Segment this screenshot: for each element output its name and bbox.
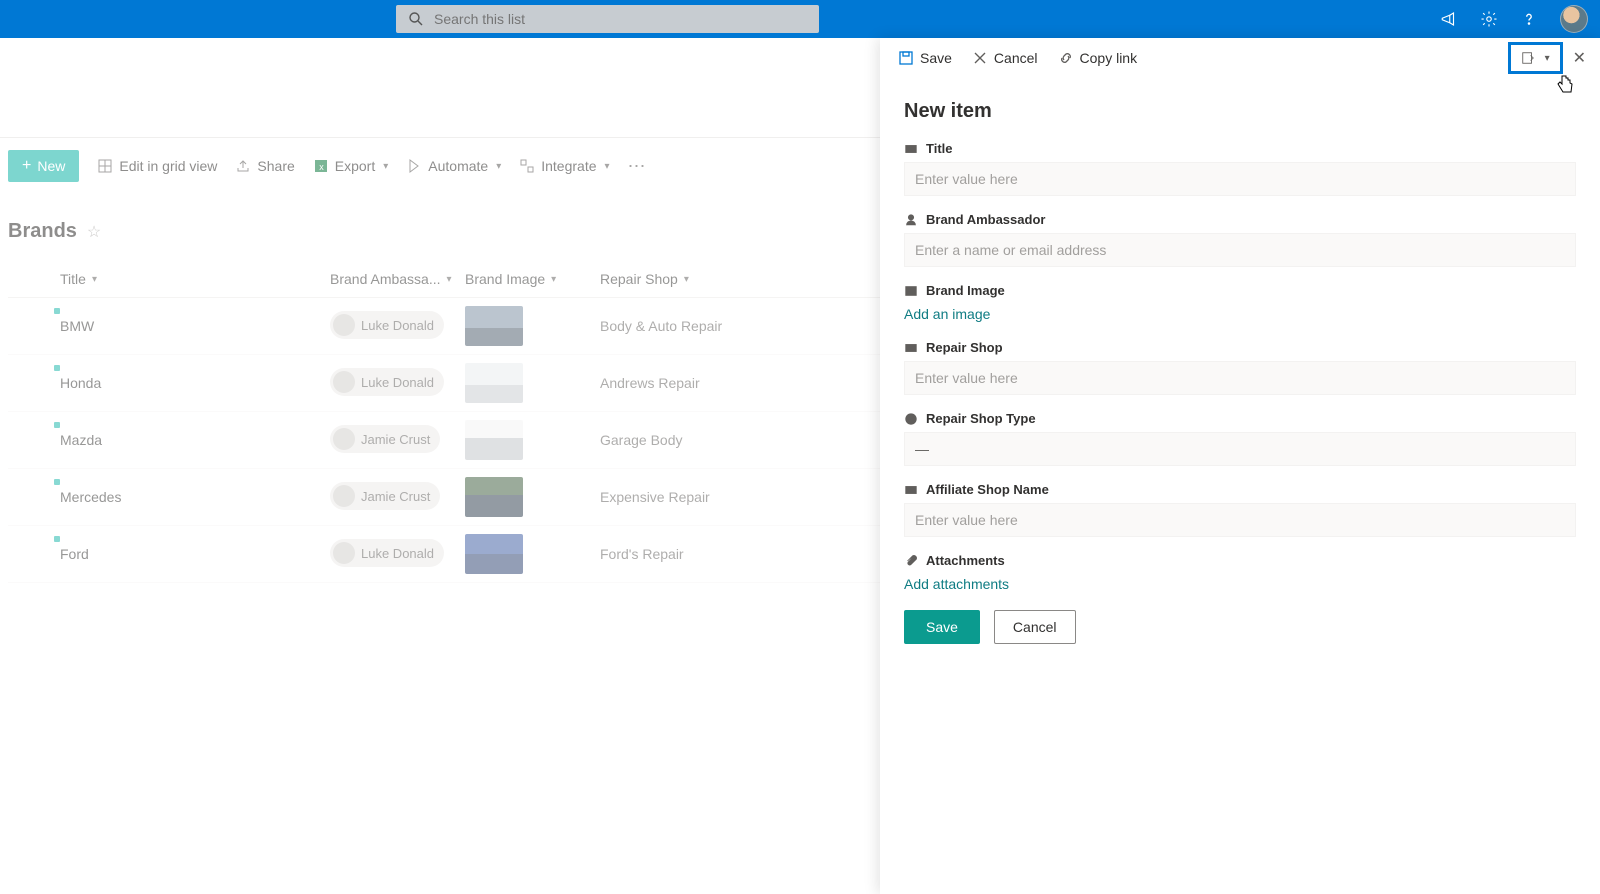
export-button[interactable]: xExport▾ <box>313 158 389 174</box>
share-button[interactable]: Share <box>235 158 294 174</box>
app-topbar <box>0 0 1600 38</box>
col-title[interactable]: Title▾ <box>60 271 330 287</box>
affiliate-input[interactable] <box>904 503 1576 537</box>
save-button[interactable]: Save <box>904 610 980 644</box>
avatar[interactable] <box>1560 5 1588 33</box>
col-repair[interactable]: Repair Shop▾ <box>600 271 750 287</box>
person-chip[interactable]: Luke Donald <box>330 368 444 396</box>
person-chip[interactable]: Luke Donald <box>330 311 444 339</box>
chevron-down-icon: ▾ <box>605 161 610 172</box>
car-thumbnail <box>465 534 523 574</box>
chevron-down-icon: ▾ <box>1545 53 1550 64</box>
cell-ambassador: Luke Donald <box>330 311 465 341</box>
cell-repair: Andrews Repair <box>600 375 750 391</box>
cell-title: Mazda <box>60 432 330 448</box>
new-button[interactable]: +New <box>8 150 79 182</box>
cell-image <box>465 420 600 460</box>
add-image-link[interactable]: Add an image <box>904 304 990 322</box>
text-icon <box>904 142 918 156</box>
repairshop-input[interactable] <box>904 361 1576 395</box>
ambassador-input[interactable] <box>904 233 1576 267</box>
cell-ambassador: Jamie Crust <box>330 425 465 455</box>
choice-icon <box>904 412 918 426</box>
cell-ambassador: Jamie Crust <box>330 482 465 512</box>
car-thumbnail <box>465 306 523 346</box>
cell-ambassador: Luke Donald <box>330 368 465 398</box>
list-title: Brands <box>8 220 77 243</box>
person-avatar-icon <box>333 371 355 393</box>
help-icon[interactable] <box>1520 10 1538 28</box>
field-label: Brand Image <box>926 283 1005 298</box>
person-icon <box>904 213 918 227</box>
repairtype-select[interactable]: — <box>904 432 1576 466</box>
image-icon <box>904 284 918 298</box>
gear-icon[interactable] <box>1480 10 1498 28</box>
person-avatar-icon <box>333 314 355 336</box>
panel-copylink-button[interactable]: Copy link <box>1058 50 1138 66</box>
cancel-button[interactable]: Cancel <box>994 610 1076 644</box>
panel-title: New item <box>904 100 1576 123</box>
person-chip[interactable]: Jamie Crust <box>330 425 440 453</box>
field-label: Repair Shop Type <box>926 411 1036 426</box>
field-label: Attachments <box>926 553 1005 568</box>
cell-ambassador: Luke Donald <box>330 539 465 569</box>
cell-repair: Ford's Repair <box>600 546 750 562</box>
integrate-button[interactable]: Integrate▾ <box>519 158 609 174</box>
cell-repair: Expensive Repair <box>600 489 750 505</box>
cell-title: BMW <box>60 318 330 334</box>
person-avatar-icon <box>333 542 355 564</box>
cell-image <box>465 363 600 403</box>
panel-save-button[interactable]: Save <box>898 50 952 66</box>
favorite-icon[interactable]: ☆ <box>87 222 101 242</box>
chevron-down-icon: ▾ <box>383 161 388 172</box>
person-chip[interactable]: Luke Donald <box>330 539 444 567</box>
attachment-icon <box>904 554 918 568</box>
cell-title: Ford <box>60 546 330 562</box>
cell-image <box>465 477 600 517</box>
search-box[interactable] <box>396 5 819 33</box>
cell-title: Mercedes <box>60 489 330 505</box>
megaphone-icon[interactable] <box>1440 10 1458 28</box>
cell-image <box>465 534 600 574</box>
search-input[interactable] <box>434 11 807 27</box>
chevron-down-icon: ▾ <box>496 161 501 172</box>
add-attachments-link[interactable]: Add attachments <box>904 574 1009 592</box>
panel-cancel-button[interactable]: Cancel <box>972 50 1038 66</box>
cell-title: Honda <box>60 375 330 391</box>
text-icon <box>904 341 918 355</box>
cell-image <box>465 306 600 346</box>
person-chip[interactable]: Jamie Crust <box>330 482 440 510</box>
close-icon[interactable]: ✕ <box>1569 48 1590 68</box>
field-label: Brand Ambassador <box>926 212 1045 227</box>
svg-text:x: x <box>319 162 324 172</box>
col-ambassador[interactable]: Brand Ambassa...▾ <box>330 271 465 287</box>
person-avatar-icon <box>333 485 355 507</box>
title-input[interactable] <box>904 162 1576 196</box>
car-thumbnail <box>465 420 523 460</box>
field-label: Title <box>926 141 953 156</box>
person-avatar-icon <box>333 428 355 450</box>
form-icon <box>1521 51 1535 65</box>
car-thumbnail <box>465 363 523 403</box>
more-button[interactable]: ⋯ <box>628 156 648 177</box>
panel-toolbar: Save Cancel Copy link ▾ ✕ <box>880 38 1600 78</box>
col-image[interactable]: Brand Image▾ <box>465 271 600 287</box>
cell-repair: Garage Body <box>600 432 750 448</box>
new-item-panel: Save Cancel Copy link ▾ ✕ New item Title… <box>880 38 1600 894</box>
edit-form-dropdown[interactable]: ▾ <box>1508 42 1563 74</box>
cell-repair: Body & Auto Repair <box>600 318 750 334</box>
field-label: Affiliate Shop Name <box>926 482 1049 497</box>
automate-button[interactable]: Automate▾ <box>406 158 501 174</box>
edit-grid-button[interactable]: Edit in grid view <box>97 158 217 174</box>
search-icon <box>408 11 424 27</box>
car-thumbnail <box>465 477 523 517</box>
text-icon <box>904 483 918 497</box>
field-label: Repair Shop <box>926 340 1003 355</box>
